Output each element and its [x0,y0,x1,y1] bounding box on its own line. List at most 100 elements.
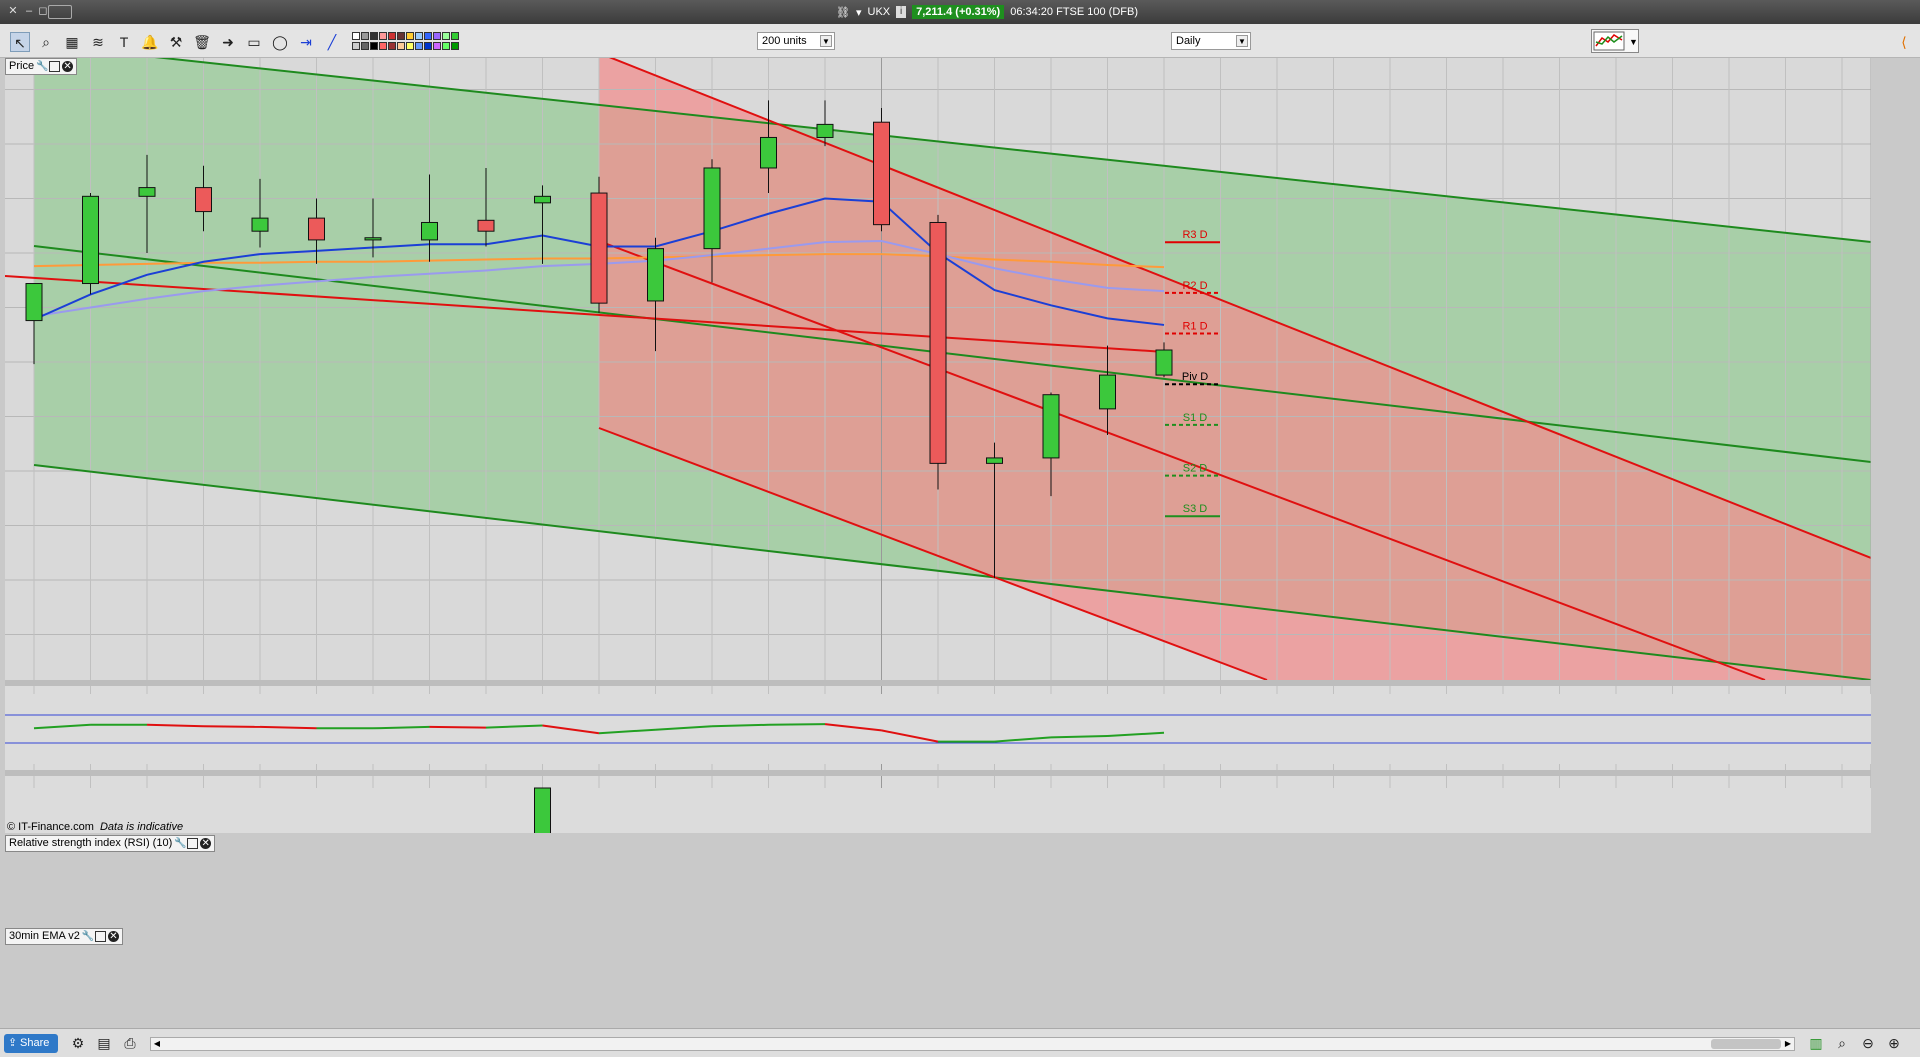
color-swatch[interactable] [352,42,360,50]
minimize-window-icon[interactable]: – [22,4,36,18]
text-tool-icon[interactable]: T [114,32,134,52]
zoom-tool-icon[interactable]: ⌕ [36,32,56,52]
rsi-segment [768,723,826,726]
chevron-down-icon: ▼ [820,35,832,47]
units-select[interactable]: 200 units ▼ [757,32,835,50]
rsi-segment [429,725,487,729]
candle-body [534,195,551,204]
panel-toggle-icon[interactable]: ⟨ [1894,32,1914,52]
color-swatch[interactable] [433,42,441,50]
window-icon[interactable] [187,838,199,849]
ema-panel-label: 30min EMA v2 [9,930,80,942]
close-icon[interactable]: ✕ [62,61,74,72]
hammer-tool-icon[interactable]: ⚒ [166,32,186,52]
print-icon[interactable]: ⎙ [120,1033,140,1053]
scrollbar-thumb[interactable] [1711,1039,1781,1049]
dropdown-icon[interactable]: ▾ [856,6,862,19]
color-swatch[interactable] [406,32,414,40]
candle-body [1155,349,1173,376]
color-swatch[interactable] [415,42,423,50]
rsi-segment [1050,735,1108,739]
drawing-toolbar: ↖ ⌕ ▦ ≋ T 🔔 ⚒ 🗑 ➜ ▭ ◯ ⇥ ╱ 200 units ▼ Da… [0,24,1920,58]
color-swatch[interactable] [388,42,396,50]
window-icon[interactable] [49,61,61,72]
candle-body [703,167,721,250]
chart-area[interactable]: R3 DR2 DR1 DPiv DS1 DS2 DS3 D7,4507,4007… [5,58,1871,945]
trash-icon[interactable]: 🗑 [192,32,212,52]
color-swatch[interactable] [379,42,387,50]
arrow-tool-icon[interactable]: ➜ [218,32,238,52]
zoom-out-icon[interactable]: ⊖ [1858,1033,1878,1053]
price-panel-label: Price [9,60,35,72]
wrench-icon[interactable]: 🔧 [36,61,48,72]
close-icon[interactable]: ✕ [200,838,212,849]
color-swatch[interactable] [406,42,414,50]
line-tool-icon[interactable]: ⇥ [296,32,316,52]
close-icon[interactable]: ✕ [107,931,119,942]
copyright-note: © IT-Finance.com Data is indicative [7,821,183,833]
rsi-panel-bg [5,694,1871,764]
fibonacci-tool-icon[interactable]: ≋ [88,32,108,52]
color-swatch[interactable] [388,32,396,40]
title-info: ⛓ ▾ UKX i 7,211.4 (+0.31%) 06:34:20 FTSE… [836,4,1138,20]
pointer-tool-icon[interactable]: ↖ [10,32,30,52]
settings-icon[interactable]: ⚙ [68,1033,88,1053]
copyright-text: © IT-Finance.com [7,821,94,833]
keyboard-icon[interactable] [48,5,72,19]
rsi-segment [711,723,769,728]
candle-body [760,136,777,169]
zoom-fit-icon[interactable]: ⌕ [1832,1033,1852,1053]
color-swatch[interactable] [397,42,405,50]
pivot-label: S1 D [1183,412,1208,424]
color-swatch[interactable] [379,32,387,40]
candle-body [986,457,1003,464]
pivot-label: R2 D [1182,280,1207,292]
trendline-tool-icon[interactable]: ╱ [322,32,342,52]
ellipse-tool-icon[interactable]: ◯ [270,32,290,52]
horizontal-scrollbar[interactable]: ◀ ▶ [150,1037,1795,1051]
color-swatch[interactable] [433,32,441,40]
scroll-left-icon[interactable]: ◀ [151,1038,163,1050]
chart-type-icon: ▼ [1593,31,1638,51]
wrench-icon[interactable]: 🔧 [174,838,186,849]
share-button[interactable]: ⇪ Share [4,1034,58,1053]
window-titlebar: ✕ – ◻ ⛓ ▾ UKX i 7,211.4 (+0.31%) 06:34:2… [0,0,1920,24]
alert-bell-icon[interactable]: 🔔 [140,32,160,52]
wrench-icon[interactable]: 🔧 [82,931,94,942]
close-window-icon[interactable]: ✕ [6,4,20,18]
color-swatch[interactable] [424,42,432,50]
zoom-in-icon[interactable]: ⊕ [1884,1033,1904,1053]
interval-select[interactable]: Daily ▼ [1171,32,1251,50]
color-swatch[interactable] [451,42,459,50]
chart-type-button[interactable]: ▼ [1591,29,1639,53]
footer-bar: ⇪ Share ⚙ ▤ ⎙ ◀ ▶ ▥ ⌕ ⊖ ⊕ [0,1028,1920,1057]
candle-body [364,237,382,241]
candle-body [138,187,156,197]
pivot-label: S2 D [1183,463,1208,475]
color-swatch[interactable] [361,32,369,40]
info-icon[interactable]: i [896,6,907,18]
ema-panel-bg [5,788,1871,833]
color-swatch[interactable] [424,32,432,40]
rectangle-tool-icon[interactable]: ▭ [244,32,264,52]
color-swatch[interactable] [361,42,369,50]
ema-signal-bar [534,787,551,833]
color-swatch[interactable] [352,32,360,40]
color-swatch[interactable] [442,32,450,40]
candle-body [251,217,269,232]
color-swatch[interactable] [397,32,405,40]
chart-tool-icon[interactable]: ▦ [62,32,82,52]
window-icon[interactable] [94,931,106,942]
color-swatch[interactable] [451,32,459,40]
layout-icon[interactable]: ▤ [94,1033,114,1053]
color-swatch[interactable] [370,42,378,50]
chart-svg[interactable]: R3 DR2 DR1 DPiv DS1 DS2 DS3 D7,4507,4007… [5,58,1871,833]
scroll-right-icon[interactable]: ▶ [1782,1038,1794,1050]
chevron-down-icon: ▼ [1236,35,1248,47]
color-swatch[interactable] [415,32,423,40]
color-swatch[interactable] [442,42,450,50]
color-swatch[interactable] [370,32,378,40]
candle-body [195,187,212,213]
chart-overview-icon[interactable]: ▥ [1806,1033,1826,1053]
pivot-label: Piv D [1182,371,1208,383]
